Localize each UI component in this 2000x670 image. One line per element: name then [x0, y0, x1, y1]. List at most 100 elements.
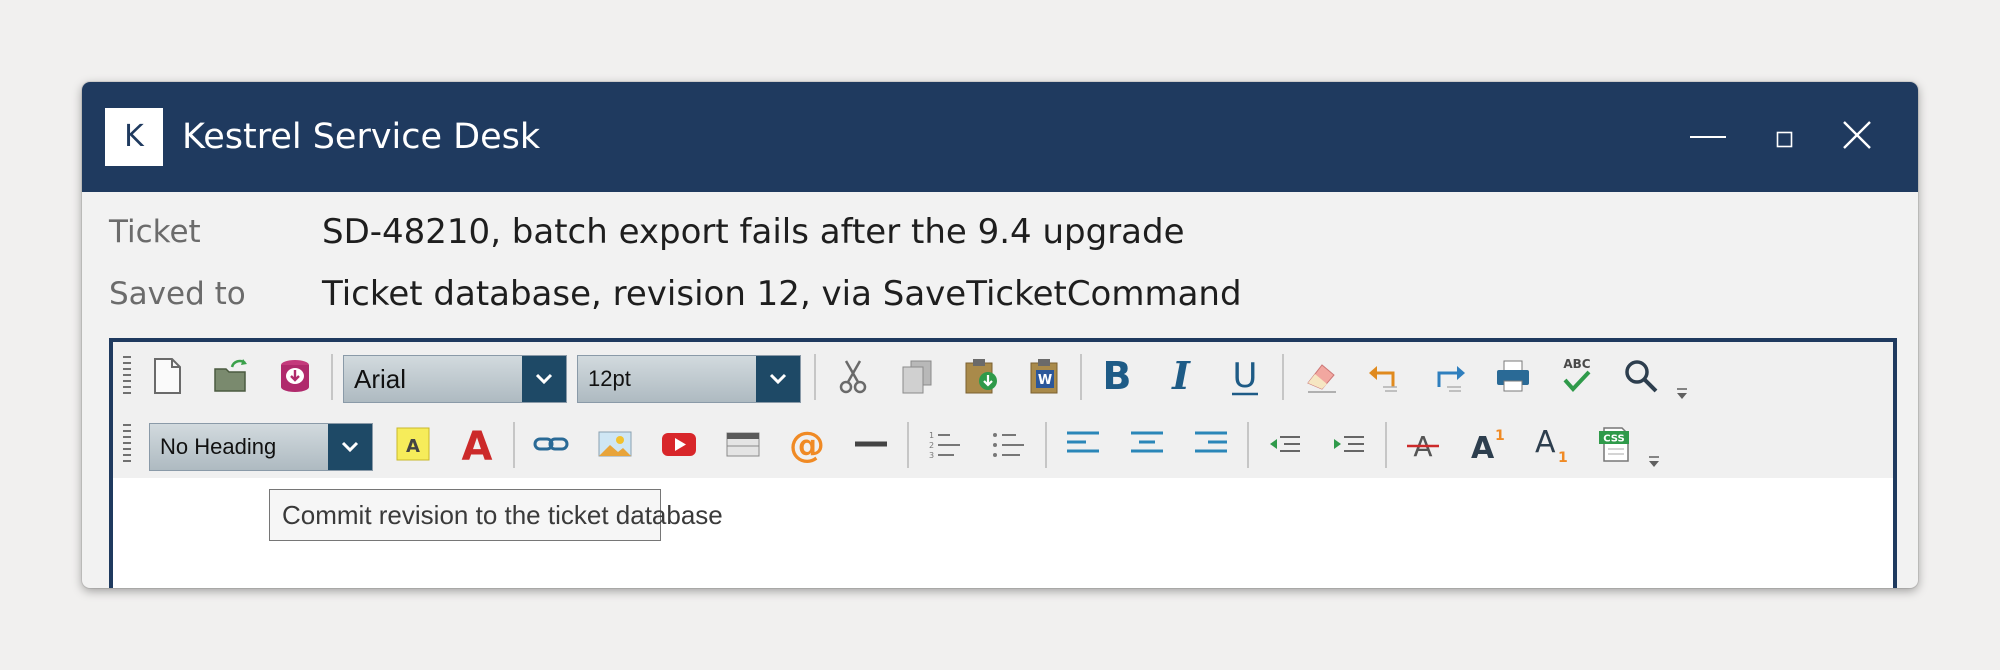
table-icon: [726, 432, 760, 457]
maximize-icon: [1776, 131, 1793, 148]
cut-button[interactable]: [829, 352, 877, 400]
numbered-list-button[interactable]: 123: [921, 420, 969, 468]
highlight-color-button[interactable]: A: [389, 420, 437, 468]
svg-text:A: A: [406, 436, 420, 457]
ticket-value: SD-48210, batch export fails after the 9…: [322, 212, 1185, 252]
italic-button[interactable]: I: [1157, 352, 1205, 400]
toolbar-separator: [513, 422, 515, 468]
database-save-icon: [281, 360, 309, 392]
minimize-button[interactable]: [1678, 107, 1738, 167]
paste-button[interactable]: [957, 352, 1005, 400]
insert-email-button[interactable]: @: [783, 420, 831, 468]
undo-button[interactable]: [1361, 352, 1409, 400]
underline-button[interactable]: U: [1221, 352, 1269, 400]
toolbar-separator: [907, 422, 909, 468]
align-left-button[interactable]: [1059, 420, 1107, 468]
font-color-button[interactable]: A: [453, 420, 501, 468]
indent-button[interactable]: [1325, 420, 1373, 468]
spellcheck-icon-label: ABC: [1563, 357, 1590, 371]
spellcheck-icon: ABC: [1563, 357, 1591, 392]
close-button[interactable]: [1827, 107, 1887, 167]
find-button[interactable]: [1617, 352, 1665, 400]
copy-icon: [902, 360, 932, 394]
outdent-button[interactable]: [1261, 420, 1309, 468]
font-family-value: Arial: [354, 364, 407, 394]
paste-from-word-button[interactable]: W: [1021, 352, 1069, 400]
toolbar-separator: [1385, 422, 1387, 468]
font-size-dropdown[interactable]: 12pt: [577, 355, 801, 403]
font-color-icon: A: [462, 424, 493, 464]
saved-to-value: Ticket database, revision 12, via SaveTi…: [322, 274, 1242, 314]
toolbar-separator: [814, 354, 816, 400]
maximize-button[interactable]: [1754, 107, 1814, 167]
eraser-icon: [1307, 364, 1336, 393]
scissors-icon: [839, 360, 867, 394]
heading-style-dropdown[interactable]: No Heading: [149, 423, 373, 471]
copy-button[interactable]: [893, 352, 941, 400]
svg-text:A: A: [1471, 431, 1495, 464]
new-document-icon: [154, 358, 181, 394]
italic-icon: I: [1171, 356, 1191, 396]
align-center-button[interactable]: [1123, 420, 1171, 468]
underline-icon: U: [1232, 356, 1258, 396]
align-right-button[interactable]: [1187, 420, 1235, 468]
svg-text:U: U: [1233, 356, 1258, 396]
toolbar-grip[interactable]: [123, 356, 131, 396]
insert-table-button[interactable]: [719, 420, 767, 468]
app-logo: K: [105, 108, 163, 166]
edit-css-button[interactable]: CSS: [1591, 420, 1639, 468]
bulleted-list-button[interactable]: [985, 420, 1033, 468]
image-icon: [598, 431, 632, 457]
redo-button[interactable]: [1425, 352, 1473, 400]
close-icon: [1843, 121, 1871, 149]
align-center-icon: [1131, 431, 1163, 453]
chevron-down-icon: [756, 356, 800, 402]
bold-button[interactable]: B: [1093, 352, 1141, 400]
font-family-dropdown[interactable]: Arial: [343, 355, 567, 403]
svg-text:B: B: [1103, 356, 1132, 396]
print-button[interactable]: [1489, 352, 1537, 400]
css-icon-label: CSS: [1603, 434, 1624, 445]
toolbar-row-formatting: Arial 12pt W B I U ABC: [113, 342, 1893, 410]
strikethrough-button[interactable]: A: [1399, 420, 1447, 468]
ticket-label: Ticket: [109, 214, 201, 250]
save-to-database-button[interactable]: [271, 352, 319, 400]
svg-text:1: 1: [1495, 428, 1505, 444]
spellcheck-button[interactable]: ABC: [1553, 352, 1601, 400]
strikethrough-icon: A: [1407, 430, 1439, 463]
svg-text:I: I: [1171, 356, 1191, 396]
horizontal-rule-button[interactable]: [847, 420, 895, 468]
new-document-button[interactable]: [143, 352, 191, 400]
redo-icon: [1437, 366, 1465, 392]
rich-text-editor[interactable]: Arial 12pt W B I U ABC No Heading A A @ …: [109, 338, 1897, 588]
superscript-icon: A1: [1471, 428, 1505, 464]
overflow-chevron-icon: [1677, 388, 1687, 399]
superscript-button[interactable]: A1: [1463, 420, 1511, 468]
toolbar-overflow-button[interactable]: [1674, 386, 1690, 402]
save-tooltip: Commit revision to the ticket database: [269, 489, 723, 541]
toolbar-grip[interactable]: [123, 424, 131, 464]
subscript-icon: A1: [1535, 425, 1568, 464]
at-sign-icon: @: [789, 425, 825, 464]
insert-image-button[interactable]: [591, 420, 639, 468]
search-icon: [1625, 360, 1658, 393]
highlight-color-icon: A: [396, 427, 430, 461]
bold-icon: B: [1103, 356, 1132, 396]
outdent-icon: [1270, 436, 1300, 452]
toolbar-separator: [1282, 354, 1284, 400]
printer-icon: [1497, 360, 1529, 392]
app-window: K Kestrel Service Desk Ticket SD-48210, …: [82, 82, 1918, 588]
toolbar-overflow-button[interactable]: [1646, 454, 1662, 470]
insert-link-button[interactable]: [527, 420, 575, 468]
clear-formatting-button[interactable]: [1297, 352, 1345, 400]
link-icon: [533, 437, 569, 451]
svg-text:A: A: [1535, 425, 1556, 460]
insert-video-button[interactable]: [655, 420, 703, 468]
toolbar-separator: [1080, 354, 1082, 400]
heading-style-value: No Heading: [160, 434, 277, 459]
subscript-button[interactable]: A1: [1527, 420, 1575, 468]
svg-text:A: A: [462, 424, 493, 464]
bulleted-list-icon: [993, 433, 1024, 457]
open-file-button[interactable]: [207, 352, 255, 400]
toolbar-row-insert: No Heading A A @ 1 2 3 A A 1 A 1 CSS: [113, 410, 1893, 478]
